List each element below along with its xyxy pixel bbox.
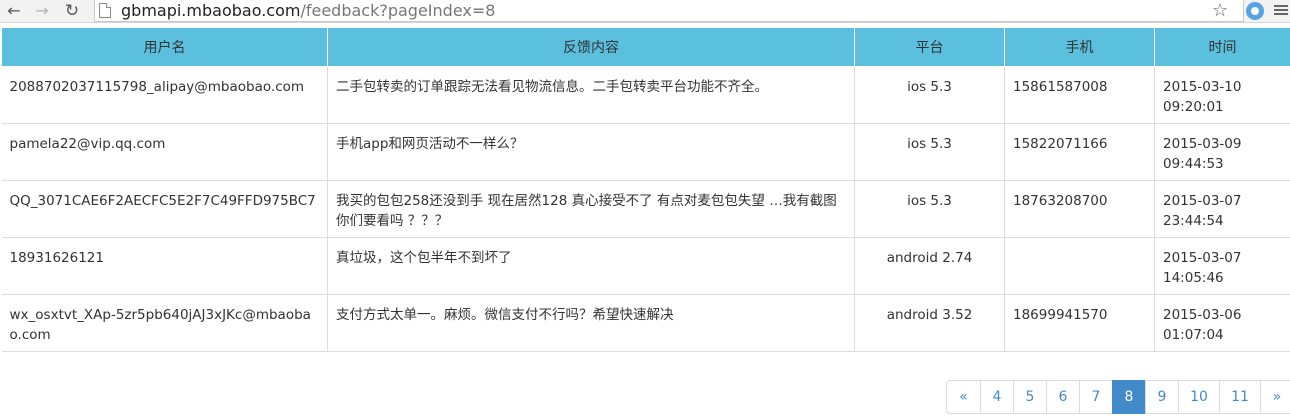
cell-time: 2015-03-10 09:20:01: [1154, 65, 1290, 124]
header-phone: 手机: [1004, 28, 1155, 67]
header-username: 用户名: [1, 28, 328, 67]
cell-date: 2015-03-09: [1163, 135, 1242, 152]
page-link-9[interactable]: 9: [1145, 380, 1179, 414]
page-link-10[interactable]: 10: [1178, 380, 1220, 414]
cell-time: 2015-03-07 23:44:54: [1154, 179, 1290, 238]
table-row: 18931626121 真垃圾，这个包半年不到坏了 android 2.74 2…: [1, 236, 1290, 295]
page-link-7[interactable]: 7: [1079, 380, 1113, 414]
cell-date: 2015-03-07: [1163, 192, 1242, 209]
cell-phone: 15822071166: [1004, 122, 1155, 181]
cell-clock: 14:05:46: [1163, 269, 1224, 286]
menu-icon[interactable]: [1274, 3, 1288, 19]
cell-time: 2015-03-06 01:07:04: [1154, 293, 1290, 352]
cell-platform: android 2.74: [854, 236, 1005, 295]
bookmark-star-icon[interactable]: ☆: [1212, 0, 1228, 22]
cell-user: QQ_3071CAE6F2AECFC5E2F7C49FFD975BC7: [1, 179, 328, 238]
table-row: 2088702037115798_alipay@mbaobao.com 二手包转…: [1, 65, 1290, 124]
cell-content: 真垃圾，这个包半年不到坏了: [327, 236, 855, 295]
address-bar[interactable]: gbmapi.mbaobao.com/feedback?pageIndex=8: [94, 0, 1244, 22]
header-platform: 平台: [854, 28, 1005, 67]
cell-content: 支付方式太单一。麻烦。微信支付不行吗？希望快速解决: [327, 293, 855, 352]
page-link-11[interactable]: 11: [1219, 380, 1261, 414]
back-arrow-icon[interactable]: ←: [4, 1, 24, 21]
cell-clock: 23:44:54: [1163, 212, 1224, 229]
cell-time: 2015-03-09 09:44:53: [1154, 122, 1290, 181]
header-content: 反馈内容: [327, 28, 855, 67]
page-link-8-active[interactable]: 8: [1112, 380, 1146, 414]
url-path: /feedback?pageIndex=8: [300, 1, 496, 20]
cell-user: pamela22@vip.qq.com: [1, 122, 328, 181]
cell-phone: 18763208700: [1004, 179, 1155, 238]
page-link-4[interactable]: 4: [980, 380, 1014, 414]
page-icon: [99, 3, 111, 18]
cell-platform: ios 5.3: [854, 65, 1005, 124]
extension-icon[interactable]: [1246, 2, 1264, 20]
table-row: pamela22@vip.qq.com 手机app和网页活动不一样么？ ios …: [1, 122, 1290, 181]
cell-date: 2015-03-06: [1163, 306, 1242, 323]
feedback-table: 用户名 反馈内容 平台 手机 时间 2088702037115798_alipa…: [1, 28, 1290, 352]
browser-toolbar: ← → ↻ gbmapi.mbaobao.com/feedback?pageIn…: [0, 0, 1290, 23]
url-host: gbmapi.mbaobao.com: [121, 1, 301, 20]
cell-user: wx_osxtvt_XAp-5zr5pb640jAJ3xJKc@mbaobao.…: [1, 293, 328, 352]
cell-phone: 15861587008: [1004, 65, 1155, 124]
cell-clock: 09:20:01: [1163, 98, 1224, 115]
cell-date: 2015-03-07: [1163, 249, 1242, 266]
page-link-6[interactable]: 6: [1046, 380, 1080, 414]
table-row: QQ_3071CAE6F2AECFC5E2F7C49FFD975BC7 我买的包…: [1, 179, 1290, 238]
cell-content: 二手包转卖的订单跟踪无法看见物流信息。二手包转卖平台功能不齐全。: [327, 65, 855, 124]
forward-arrow-icon[interactable]: →: [32, 1, 52, 21]
pagination-next[interactable]: »: [1260, 380, 1290, 414]
cell-time: 2015-03-07 14:05:46: [1154, 236, 1290, 295]
url-text[interactable]: gbmapi.mbaobao.com/feedback?pageIndex=8: [121, 0, 495, 21]
pagination: « 4 5 6 7 8 9 10 11 »: [946, 380, 1290, 414]
cell-phone: 18699941570: [1004, 293, 1155, 352]
cell-platform: ios 5.3: [854, 122, 1005, 181]
cell-user: 18931626121: [1, 236, 328, 295]
table-header-row: 用户名 反馈内容 平台 手机 时间: [1, 28, 1290, 67]
cell-phone: [1004, 236, 1155, 295]
page-link-5[interactable]: 5: [1013, 380, 1047, 414]
reload-icon[interactable]: ↻: [62, 1, 82, 21]
header-time: 时间: [1154, 28, 1290, 67]
pagination-prev[interactable]: «: [946, 380, 981, 414]
cell-content: 手机app和网页活动不一样么？: [327, 122, 855, 181]
cell-clock: 01:07:04: [1163, 326, 1224, 343]
cell-clock: 09:44:53: [1163, 155, 1224, 172]
cell-platform: ios 5.3: [854, 179, 1005, 238]
cell-platform: android 3.52: [854, 293, 1005, 352]
cell-content: 我买的包包258还没到手 现在居然128 真心接受不了 有点对麦包包失望 …我有…: [327, 179, 855, 238]
cell-date: 2015-03-10: [1163, 78, 1242, 95]
table-row: wx_osxtvt_XAp-5zr5pb640jAJ3xJKc@mbaobao.…: [1, 293, 1290, 352]
cell-user: 2088702037115798_alipay@mbaobao.com: [1, 65, 328, 124]
